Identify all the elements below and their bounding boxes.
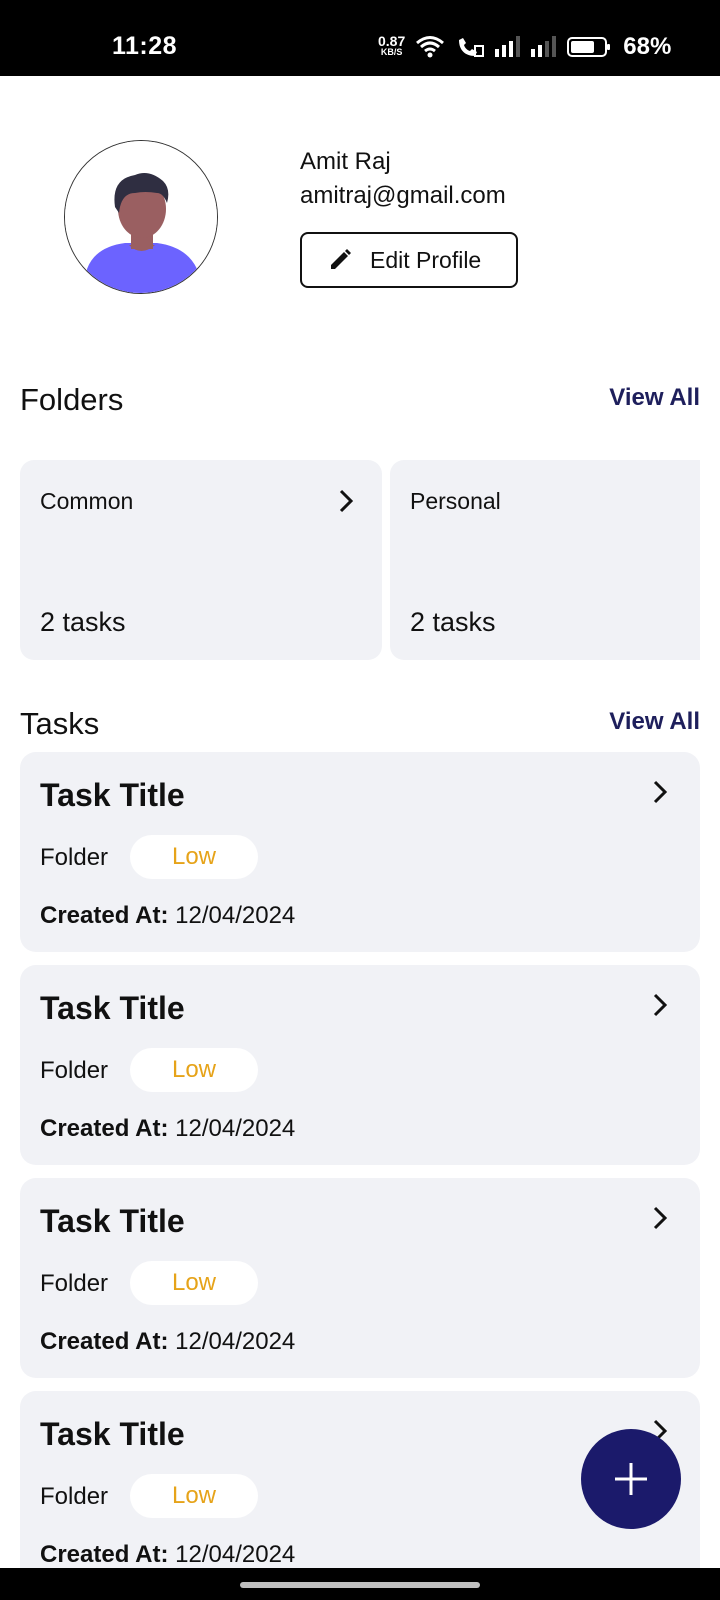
created-date: 12/04/2024 xyxy=(175,1541,296,1568)
task-folder: Folder xyxy=(40,1270,109,1297)
network-speed: 0.87 KB/S xyxy=(378,33,406,58)
folder-name: Common xyxy=(40,488,134,514)
home-gesture-handle[interactable] xyxy=(240,1582,480,1588)
folder-task-count: 2 tasks xyxy=(410,607,496,637)
edit-profile-button[interactable]: Edit Profile xyxy=(300,232,518,288)
folder-card-common[interactable]: Common 2 tasks xyxy=(20,460,382,660)
task-card[interactable]: Task Title Folder Low Created At: 12/04/… xyxy=(20,965,700,1165)
avatar-illustration xyxy=(65,141,217,293)
folder-name: Personal xyxy=(410,488,501,514)
created-label: Created At: xyxy=(40,1328,169,1355)
task-folder: Folder xyxy=(40,844,109,871)
chevron-right-icon xyxy=(339,489,354,513)
task-card[interactable]: Task Title Folder Low Created At: 12/04/… xyxy=(20,752,700,952)
task-created: Created At: 12/04/2024 xyxy=(40,1541,295,1569)
task-title: Task Title xyxy=(40,1203,185,1239)
profile-email: amitraj@gmail.com xyxy=(300,182,506,209)
chevron-right-icon xyxy=(653,780,668,804)
signal-icon-2 xyxy=(531,36,557,57)
signal-icon xyxy=(495,36,521,57)
task-created: Created At: 12/04/2024 xyxy=(40,902,295,930)
folders-title: Folders xyxy=(20,382,124,417)
created-label: Created At: xyxy=(40,902,169,929)
battery-icon xyxy=(567,37,611,57)
task-folder: Folder xyxy=(40,1483,109,1510)
task-card[interactable]: Task Title Folder Low Created At: 12/04/… xyxy=(20,1178,700,1378)
folders-view-all-link[interactable]: View All xyxy=(609,384,700,412)
task-folder: Folder xyxy=(40,1057,109,1084)
navigation-bar xyxy=(0,1568,720,1600)
status-time: 11:28 xyxy=(112,32,178,60)
wifi-icon xyxy=(416,36,445,58)
folder-task-count: 2 tasks xyxy=(40,607,126,637)
created-date: 12/04/2024 xyxy=(175,1115,296,1142)
task-title: Task Title xyxy=(40,990,185,1026)
battery-percent: 68% xyxy=(623,33,672,60)
task-title: Task Title xyxy=(40,1416,185,1452)
tasks-title: Tasks xyxy=(20,706,100,741)
task-created: Created At: 12/04/2024 xyxy=(40,1328,295,1356)
pencil-icon xyxy=(331,249,351,269)
priority-badge: Low xyxy=(130,1261,258,1305)
network-speed-value: 0.87 xyxy=(378,33,406,49)
edit-profile-label: Edit Profile xyxy=(370,246,482,273)
wifi-calling-icon xyxy=(459,38,485,57)
priority-badge: Low xyxy=(130,1048,258,1092)
plus-icon xyxy=(615,1463,647,1495)
avatar[interactable] xyxy=(64,140,218,294)
created-label: Created At: xyxy=(40,1541,169,1568)
profile-name: Amit Raj xyxy=(300,148,391,175)
task-created: Created At: 12/04/2024 xyxy=(40,1115,295,1143)
add-task-button[interactable] xyxy=(581,1429,681,1529)
created-date: 12/04/2024 xyxy=(175,902,296,929)
priority-badge: Low xyxy=(130,1474,258,1518)
network-speed-unit: KB/S xyxy=(380,47,403,57)
created-date: 12/04/2024 xyxy=(175,1328,296,1355)
tasks-view-all-link[interactable]: View All xyxy=(609,708,700,736)
folder-card-personal[interactable]: Personal 2 tasks xyxy=(390,460,700,660)
created-label: Created At: xyxy=(40,1115,169,1142)
chevron-right-icon xyxy=(653,1206,668,1230)
task-title: Task Title xyxy=(40,777,185,813)
status-bar: 11:28 0.87 KB/S 68% xyxy=(0,0,720,76)
chevron-right-icon xyxy=(653,993,668,1017)
priority-badge: Low xyxy=(130,835,258,879)
status-icons: 0.87 KB/S 68% xyxy=(378,30,671,64)
